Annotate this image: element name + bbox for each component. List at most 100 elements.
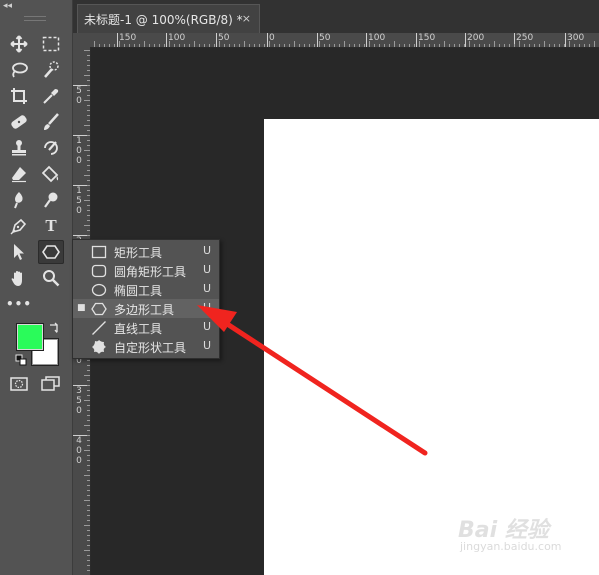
ruler-h-minor-tick	[164, 44, 165, 47]
pen-tool-icon[interactable]	[6, 214, 32, 238]
ruler-v-minor-tick	[87, 470, 90, 471]
history-brush-tool-icon[interactable]	[38, 136, 64, 160]
zoom-tool-icon[interactable]	[38, 266, 64, 290]
ruler-h-minor-tick	[444, 41, 445, 47]
horizontal-ruler[interactable]: 150 100 50 0 50 100 150 200 250 300	[91, 33, 599, 48]
paint-bucket-tool-icon[interactable]	[38, 162, 64, 186]
ruler-h-minor-tick	[484, 44, 485, 47]
eraser-tool-icon[interactable]	[6, 162, 32, 186]
screen-mode-icon[interactable]	[38, 372, 64, 396]
custom-shape-icon	[91, 339, 107, 355]
ruler-v-minor-tick	[87, 135, 90, 136]
flyout-item-rounded-rectangle[interactable]: 圆角矩形工具 U	[73, 261, 219, 280]
polygon-tool-icon[interactable]	[38, 240, 64, 264]
ruler-v-minor-tick	[87, 180, 90, 181]
ruler-h-minor-tick	[544, 41, 545, 47]
ruler-h-minor-tick	[194, 41, 195, 47]
ruler-h-minor-tick	[509, 44, 510, 47]
flyout-item-rectangle[interactable]: 矩形工具 U	[73, 242, 219, 261]
dodge-tool-icon[interactable]	[38, 188, 64, 212]
ruler-v-minor-tick	[87, 435, 90, 436]
flyout-item-line[interactable]: 直线工具 U	[73, 318, 219, 337]
default-colors-icon[interactable]	[15, 354, 27, 366]
foreground-color-swatch[interactable]	[17, 324, 43, 350]
document-canvas[interactable]	[264, 119, 599, 575]
ruler-v-minor-tick	[87, 565, 90, 566]
ruler-h-minor-tick	[104, 44, 105, 47]
more-tools-label: •••	[6, 297, 33, 311]
ruler-v-minor-tick	[84, 50, 90, 51]
rectangle-icon	[91, 244, 107, 260]
ruler-v-minor-tick	[87, 80, 90, 81]
flyout-item-label: 直线工具	[114, 322, 163, 336]
flyout-item-custom-shape[interactable]: 自定形状工具 U	[73, 337, 219, 356]
type-tool-icon[interactable]: T	[38, 214, 64, 238]
ruler-h-minor-tick	[314, 44, 315, 47]
ruler-v-label: 0	[76, 456, 82, 466]
collapse-panel-button[interactable]: ◂◂	[3, 1, 69, 11]
ruler-v-minor-tick	[84, 500, 90, 501]
marquee-tool-icon[interactable]	[38, 32, 64, 56]
ruler-v-minor-tick	[87, 365, 90, 366]
ruler-v-label: 0	[76, 146, 82, 156]
ruler-h-minor-tick	[404, 44, 405, 47]
clone-stamp-tool-icon[interactable]	[6, 136, 32, 160]
close-tab-icon[interactable]: ×	[242, 12, 251, 25]
ruler-h-minor-tick	[349, 44, 350, 47]
blur-tool-icon[interactable]	[6, 188, 32, 212]
ruler-v-minor-tick	[87, 385, 90, 386]
ruler-v-minor-tick	[84, 400, 90, 401]
ruler-v-minor-tick	[87, 440, 90, 441]
ruler-h-minor-tick	[199, 44, 200, 47]
ruler-h-minor-tick	[119, 41, 120, 47]
ruler-h-tick	[366, 33, 367, 47]
ruler-h-minor-tick	[474, 44, 475, 47]
ruler-v-minor-tick	[87, 120, 90, 121]
ruler-h-minor-tick	[229, 44, 230, 47]
ruler-h-minor-tick	[534, 44, 535, 47]
ruler-h-minor-tick	[354, 44, 355, 47]
eyedropper-tool-icon[interactable]	[38, 84, 64, 108]
ruler-v-minor-tick	[87, 70, 90, 71]
quick-mask-icon[interactable]	[6, 372, 32, 396]
swap-colors-icon[interactable]	[48, 322, 60, 334]
ruler-v-minor-tick	[87, 505, 90, 506]
ruler-v-minor-tick	[84, 450, 90, 451]
ruler-v-minor-tick	[87, 235, 90, 236]
ruler-h-minor-tick	[139, 44, 140, 47]
move-tool-icon[interactable]	[6, 32, 32, 56]
ruler-h-minor-tick	[344, 41, 345, 47]
ruler-v-minor-tick	[84, 200, 90, 201]
ruler-h-minor-tick	[364, 44, 365, 47]
healing-brush-tool-icon[interactable]	[6, 110, 32, 134]
ruler-h-minor-tick	[439, 44, 440, 47]
ruler-h-minor-tick	[129, 44, 130, 47]
ruler-v-minor-tick	[87, 215, 90, 216]
ruler-v-label: 0	[76, 96, 82, 106]
flyout-item-ellipse[interactable]: 椭圆工具 U	[73, 280, 219, 299]
ruler-origin[interactable]	[73, 33, 91, 47]
ruler-v-label: 5	[76, 86, 82, 96]
more-tools-icon[interactable]: •••	[6, 292, 32, 316]
flyout-item-shortcut: U	[203, 282, 212, 295]
ruler-h-minor-tick	[579, 44, 580, 47]
ruler-v-minor-tick	[84, 475, 90, 476]
path-selection-tool-icon[interactable]	[6, 240, 32, 264]
ruler-v-minor-tick	[87, 190, 90, 191]
ruler-v-label: 0	[76, 206, 82, 216]
flyout-item-polygon[interactable]: ■ 多边形工具 U	[73, 299, 219, 318]
flyout-item-shortcut: U	[203, 263, 212, 276]
ruler-v-minor-tick	[84, 150, 90, 151]
ruler-h-minor-tick	[369, 41, 370, 47]
ruler-h-minor-tick	[464, 44, 465, 47]
panel-grip[interactable]	[24, 16, 46, 21]
brush-tool-icon[interactable]	[38, 110, 64, 134]
document-tab[interactable]: 未标题-1 @ 100%(RGB/8) * ×	[77, 4, 260, 33]
ruler-v-minor-tick	[87, 380, 90, 381]
ruler-h-label: 150	[418, 33, 436, 43]
quick-selection-tool-icon[interactable]	[38, 58, 64, 82]
ruler-h-minor-tick	[529, 44, 530, 47]
lasso-tool-icon[interactable]	[6, 58, 32, 82]
crop-tool-icon[interactable]	[6, 84, 32, 108]
hand-tool-icon[interactable]	[6, 266, 32, 290]
